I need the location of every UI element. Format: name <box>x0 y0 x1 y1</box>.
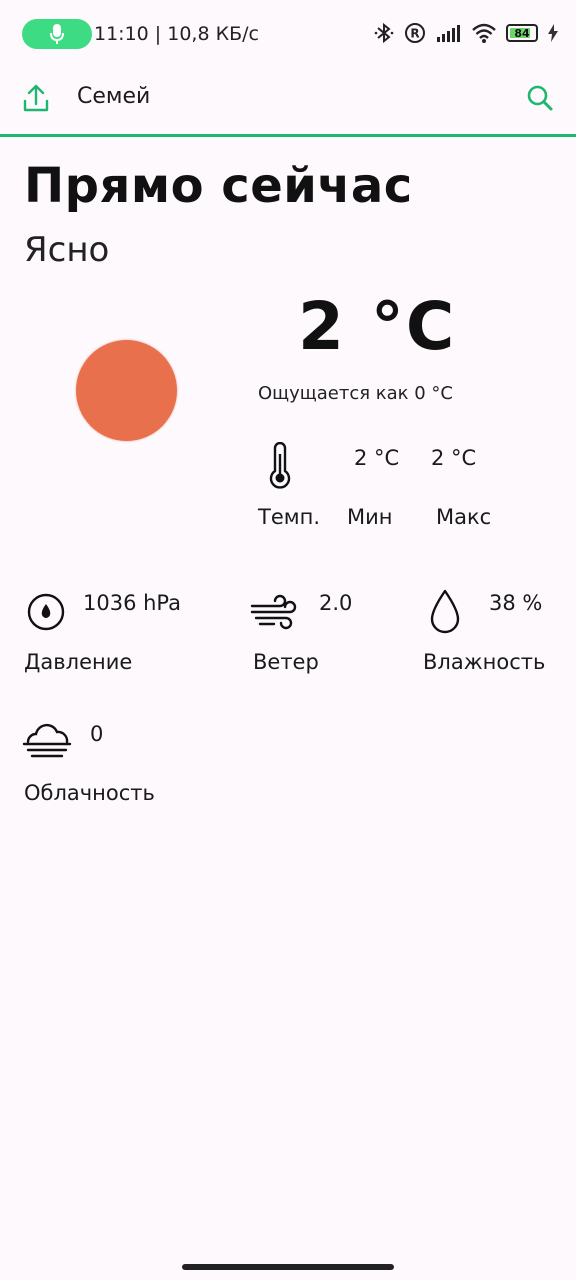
feels-like-text: Ощущается как 0 °C <box>258 383 454 404</box>
cloudiness-value: 0 <box>90 722 104 746</box>
microphone-icon <box>50 24 64 44</box>
bluetooth-icon <box>374 22 394 44</box>
temp-min-label: Мин <box>347 505 393 529</box>
sun-icon <box>76 340 177 441</box>
home-indicator[interactable] <box>182 1264 394 1270</box>
mic-indicator[interactable] <box>22 19 92 49</box>
status-bar: 11:10 | 10,8 КБ/с R 84 <box>0 0 576 68</box>
pressure-icon <box>27 593 65 631</box>
thermometer-icon <box>269 442 291 489</box>
search-button[interactable] <box>522 80 558 116</box>
battery-icon: 84 <box>506 24 538 42</box>
wifi-icon <box>472 23 496 43</box>
pressure-label: Давление <box>24 650 133 674</box>
humidity-value: 38 % <box>489 591 543 615</box>
wind-label: Ветер <box>253 650 319 674</box>
cloud-fog-icon <box>22 723 72 758</box>
wind-icon <box>250 594 297 630</box>
temp-min-value: 2 °C <box>354 446 400 470</box>
charging-icon <box>548 24 558 42</box>
pressure-value: 1036 hPa <box>83 591 182 615</box>
svg-text:R: R <box>410 27 419 41</box>
search-icon <box>527 85 553 111</box>
app-title-city: Семей <box>77 84 151 109</box>
humidity-icon <box>430 589 460 634</box>
page-title: Прямо сейчас <box>24 158 413 214</box>
cloudiness-label: Облачность <box>24 781 155 805</box>
weather-condition: Ясно <box>24 230 110 270</box>
temp-max-value: 2 °C <box>431 446 477 470</box>
current-temperature: 2 °C <box>298 288 457 365</box>
share-icon <box>23 84 49 112</box>
status-icons: R 84 <box>374 22 558 44</box>
temp-max-label: Макс <box>436 505 492 529</box>
battery-level: 84 <box>514 26 530 40</box>
wind-value: 2.0 <box>319 591 353 615</box>
status-time-speed: 11:10 | 10,8 КБ/с <box>94 23 259 45</box>
humidity-label: Влажность <box>423 650 546 674</box>
app-bar: Семей <box>0 68 576 137</box>
share-button[interactable] <box>18 80 54 116</box>
signal-icon <box>437 25 460 42</box>
registered-icon: R <box>405 23 425 43</box>
temp-label: Темп. <box>258 505 320 529</box>
